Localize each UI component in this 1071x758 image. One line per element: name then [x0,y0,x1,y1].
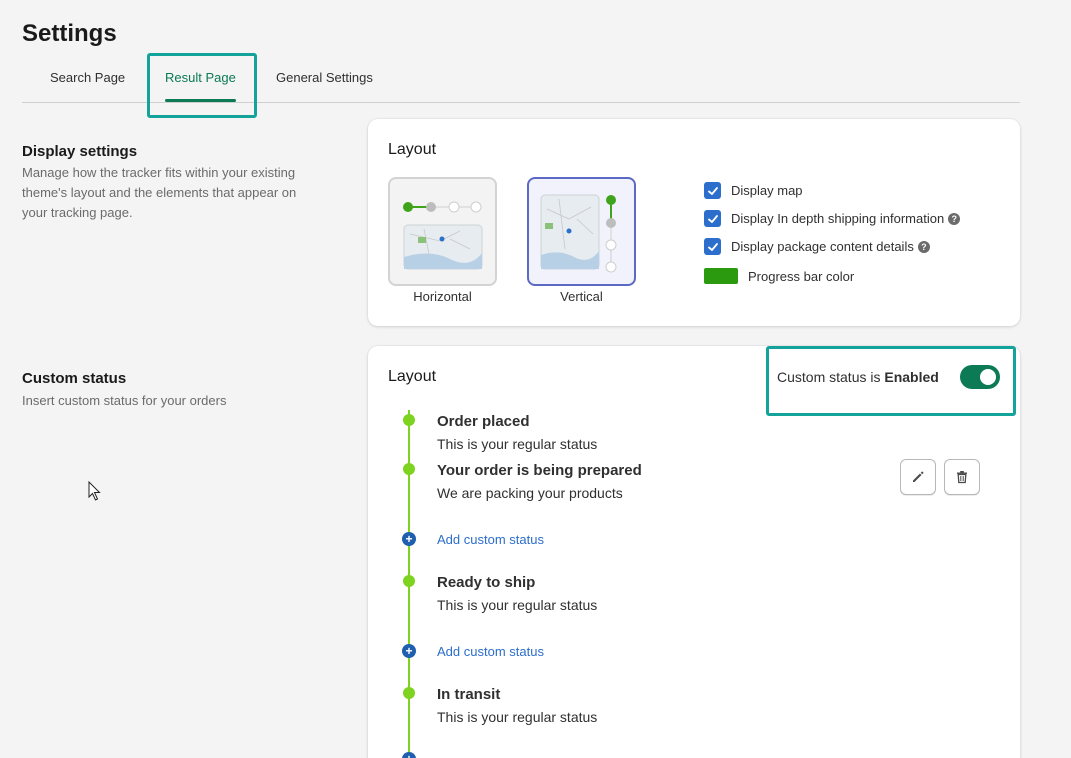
layout-option-vertical-label: Vertical [560,289,603,304]
status-name-in-transit: In transit [437,686,501,703]
layout-option-vertical[interactable] [527,177,636,286]
status-dot-order-placed [403,414,415,426]
tab-bar: Search Page Result Page General Settings [22,52,1020,103]
status-name-order-placed: Order placed [437,413,530,430]
progress-bar-color-swatch[interactable] [704,268,738,284]
status-desc-order-placed: This is your regular status [437,436,598,452]
custom-status-toggle[interactable] [960,365,1000,389]
check-icon [707,214,718,223]
custom-status-title: Custom status [22,370,127,387]
layout-option-horizontal-label: Horizontal [413,289,472,304]
status-desc-in-transit: This is your regular status [437,709,598,725]
tab-search-page[interactable]: Search Page [50,70,125,85]
tab-general-settings[interactable]: General Settings [276,70,373,85]
vertical-layout-icon [540,194,617,273]
display-shipping-info-option[interactable]: Display In depth shipping information ? [704,210,961,227]
layout-option-horizontal[interactable] [388,177,497,286]
status-desc-ready-to-ship: This is your regular status [437,597,598,613]
add-custom-status-link[interactable]: Add custom status [437,532,544,547]
active-tab-indicator [165,99,236,102]
help-icon[interactable]: ? [917,240,930,253]
display-package-details-checkbox[interactable] [704,238,721,255]
display-package-details-label: Display package content details [731,239,914,254]
display-layout-card: Layout Horizontal Vertical Display map D… [368,119,1020,326]
horizontal-layout-icon [403,201,483,270]
add-custom-status-link[interactable]: Add custom status [437,644,544,659]
status-dot-in-transit [403,687,415,699]
display-map-label: Display map [731,183,803,198]
edit-status-button[interactable] [900,459,936,495]
plus-circle-icon[interactable]: + [402,644,416,658]
tab-result-page[interactable]: Result Page [165,70,236,85]
mouse-cursor-icon [88,481,101,501]
delete-status-button[interactable] [944,459,980,495]
display-settings-description: Manage how the tracker fits within your … [22,165,297,220]
custom-status-toggle-label: Custom status is Enabled [777,369,939,385]
display-shipping-info-checkbox[interactable] [704,210,721,227]
pencil-icon [913,471,924,482]
plus-circle-icon[interactable]: + [402,532,416,546]
display-settings-title: Display settings [22,143,138,160]
page-title: Settings [22,20,117,47]
display-map-checkbox[interactable] [704,182,721,199]
help-icon[interactable]: ? [948,212,961,225]
toggle-knob [980,369,996,385]
display-map-option[interactable]: Display map [704,182,803,199]
check-icon [707,186,718,195]
display-package-details-option[interactable]: Display package content details ? [704,238,930,255]
status-name-ready-to-ship: Ready to ship [437,574,536,591]
check-icon [707,242,718,251]
progress-bar-color-label: Progress bar color [748,268,855,284]
progress-bar-color-option[interactable]: Progress bar color [704,268,854,284]
trash-icon [957,471,967,484]
custom-status-card-title: Layout [388,368,437,385]
display-shipping-info-label: Display In depth shipping information [731,211,945,226]
custom-status-description: Insert custom status for your orders [22,393,227,408]
display-layout-card-title: Layout [388,141,437,158]
status-dot-order-prepared [403,463,415,475]
status-name-order-prepared: Your order is being prepared [437,462,642,479]
status-desc-order-prepared: We are packing your products [437,485,623,501]
status-dot-ready-to-ship [403,575,415,587]
